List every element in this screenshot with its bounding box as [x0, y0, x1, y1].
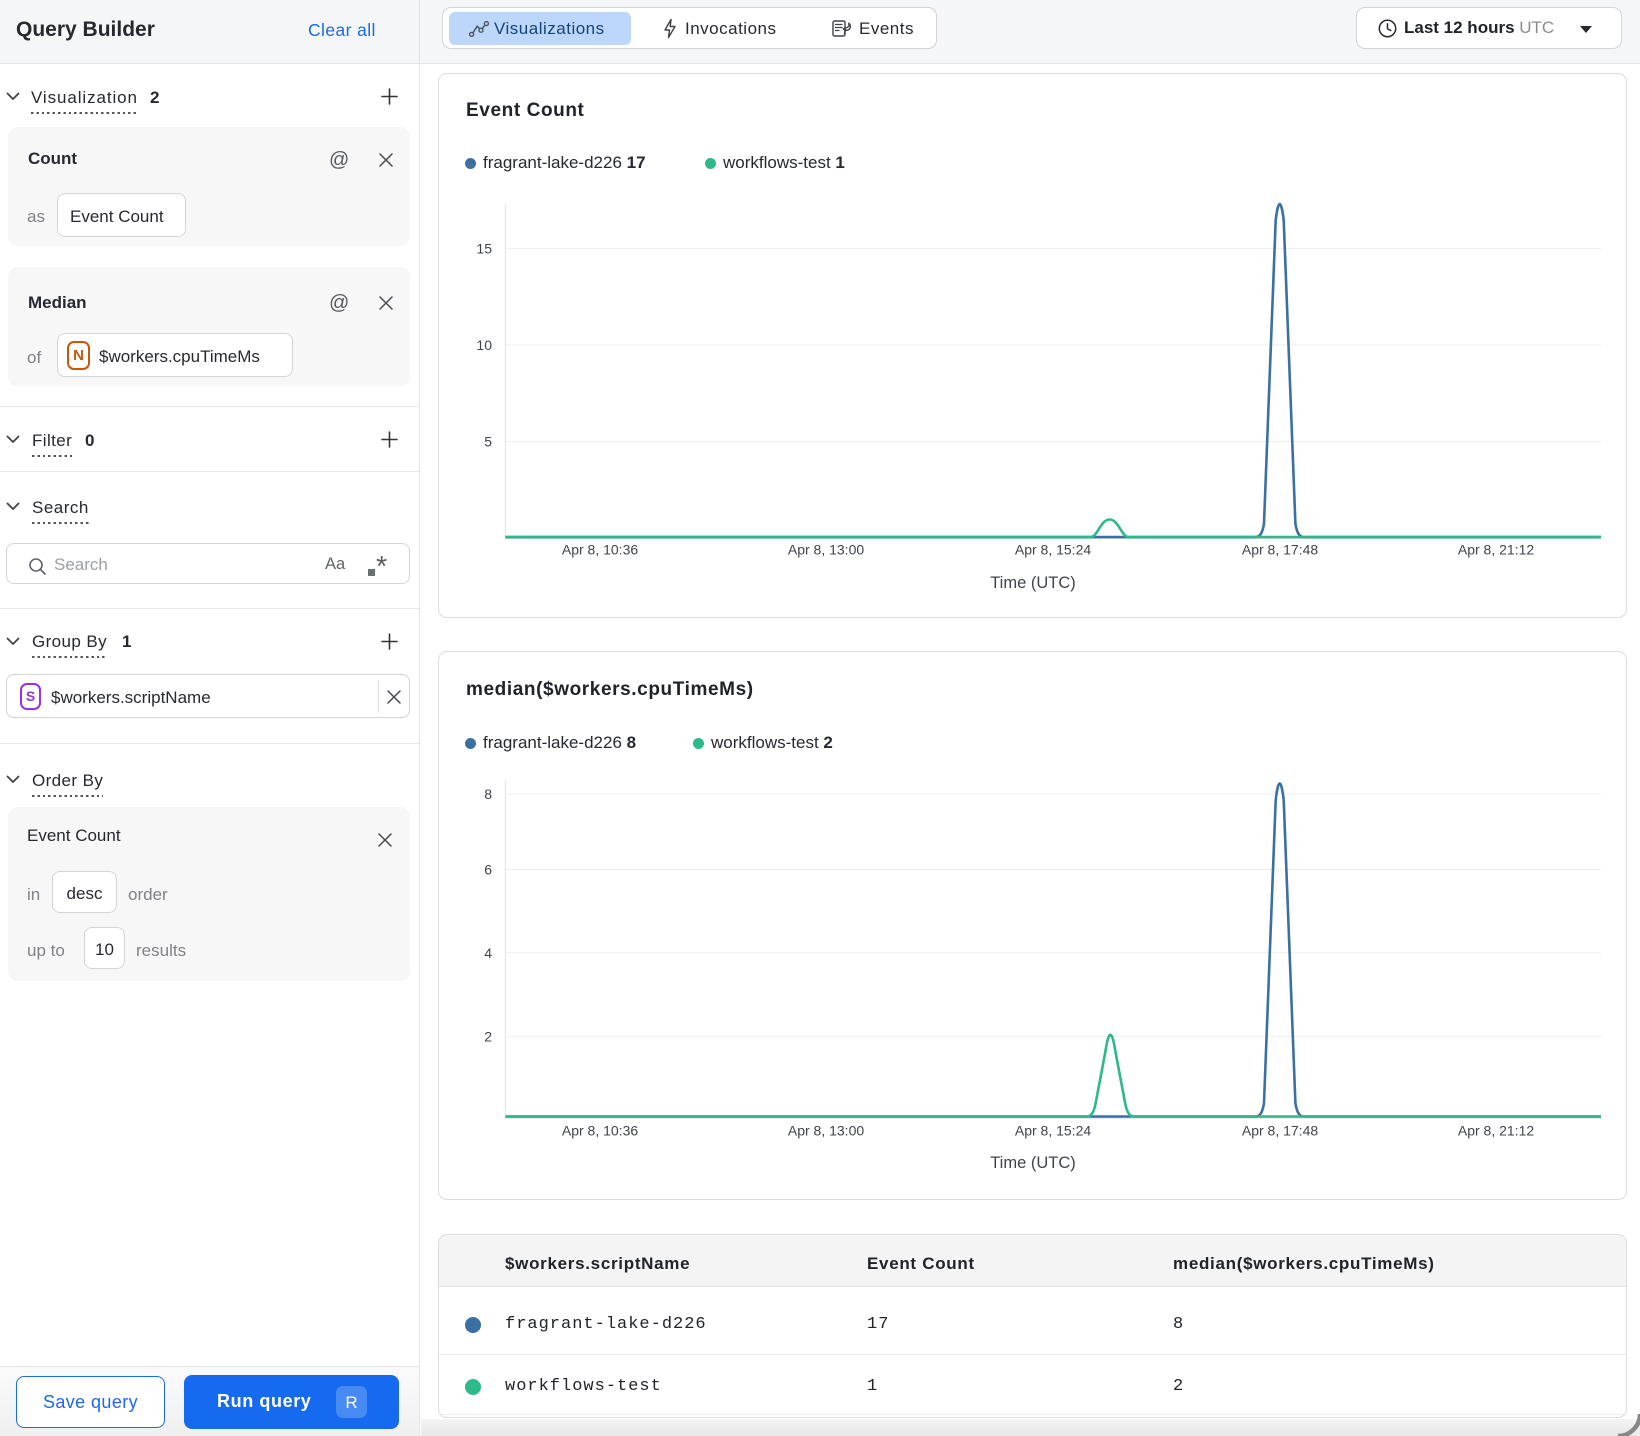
svg-text:Apr 8, 13:00: Apr 8, 13:00	[788, 542, 864, 558]
svg-text:2: 2	[484, 1028, 492, 1044]
svg-text:Apr 8, 10:36: Apr 8, 10:36	[562, 542, 638, 558]
svg-text:Apr 8, 17:48: Apr 8, 17:48	[1242, 1123, 1318, 1139]
svg-text:Apr 8, 13:00: Apr 8, 13:00	[788, 1123, 864, 1139]
svg-text:Apr 8, 17:48: Apr 8, 17:48	[1242, 542, 1318, 558]
svg-text:15: 15	[476, 241, 492, 257]
svg-text:Apr 8, 21:12: Apr 8, 21:12	[1458, 1123, 1534, 1139]
svg-text:5: 5	[484, 434, 492, 450]
svg-text:6: 6	[484, 862, 492, 878]
svg-text:Apr 8, 10:36: Apr 8, 10:36	[562, 1123, 638, 1139]
svg-text:4: 4	[484, 945, 492, 961]
svg-text:Time (UTC): Time (UTC)	[990, 574, 1076, 592]
svg-text:Time (UTC): Time (UTC)	[990, 1154, 1076, 1172]
svg-text:Apr 8, 15:24: Apr 8, 15:24	[1015, 542, 1091, 558]
svg-text:8: 8	[484, 786, 492, 802]
svg-text:10: 10	[476, 337, 492, 353]
svg-text:Apr 8, 15:24: Apr 8, 15:24	[1015, 1123, 1091, 1139]
svg-text:Apr 8, 21:12: Apr 8, 21:12	[1458, 542, 1534, 558]
